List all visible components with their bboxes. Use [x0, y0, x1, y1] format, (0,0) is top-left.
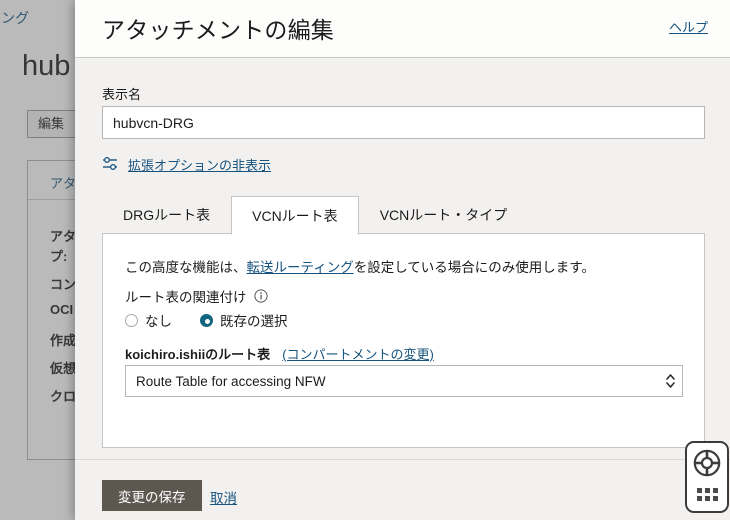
- compartment-label: koichiro.ishiiのルート表: [125, 347, 271, 362]
- tab-2[interactable]: VCNルート・タイプ: [359, 195, 529, 234]
- radio-option-label: 既存の選択: [220, 314, 288, 329]
- panel-note: この高度な機能は、転送ルーティングを設定している場合にのみ使用します。: [125, 256, 595, 276]
- radio-option-1[interactable]: 既存の選択: [200, 310, 288, 330]
- sliders-icon: [102, 156, 120, 172]
- radio-dot-icon: [125, 313, 138, 327]
- display-name-input[interactable]: [102, 106, 705, 139]
- tab-0[interactable]: DRGルート表: [102, 195, 231, 234]
- tab-list: DRGルート表 VCNルート表 VCNルート・タイプ: [102, 194, 705, 235]
- lifebuoy-icon[interactable]: [693, 449, 721, 482]
- radio-option-0[interactable]: なし: [125, 310, 172, 330]
- save-button[interactable]: 変更の保存: [102, 480, 202, 511]
- compartment-row: koichiro.ishiiのルート表 (コンパートメントの変更): [125, 344, 434, 363]
- modal-title: アタッチメントの編集: [102, 17, 334, 43]
- route-table-select[interactable]: Route Table for accessing NFW: [125, 365, 683, 397]
- help-link[interactable]: ヘルプ: [669, 17, 708, 36]
- modal-body: 表示名 拡張オプションの非表示 DRGルート表VCNルート表VCNルート・タイプ…: [75, 59, 730, 459]
- chevron-updown-icon: [658, 371, 682, 391]
- toggle-advanced-label: 拡張オプションの非表示: [128, 157, 272, 173]
- radio-option-label: なし: [145, 314, 172, 329]
- modal-footer: 変更の保存 取消: [75, 459, 730, 520]
- radio-dot-icon: [200, 313, 213, 327]
- change-compartment-link[interactable]: (コンパートメントの変更): [282, 344, 434, 363]
- vcn-route-table-panel: この高度な機能は、転送ルーティングを設定している場合にのみ使用します。 ルート表…: [102, 233, 705, 448]
- info-icon[interactable]: [253, 289, 268, 303]
- modal-header: アタッチメントの編集 ヘルプ: [75, 0, 730, 58]
- tab-1[interactable]: VCNルート表: [231, 196, 359, 235]
- transit-routing-link[interactable]: 転送ルーティング: [247, 260, 354, 275]
- panel-note-prefix: この高度な機能は、: [125, 260, 247, 275]
- drag-grip-icon[interactable]: [696, 488, 718, 501]
- route-association-radio-group: なし 既存の選択: [125, 310, 316, 330]
- support-widget[interactable]: [685, 441, 729, 513]
- association-label: ルート表の関連付け: [125, 286, 268, 306]
- association-label-text: ルート表の関連付け: [125, 290, 247, 305]
- panel-note-suffix: を設定している場合にのみ使用します。: [353, 260, 595, 275]
- route-table-select-value: Route Table for accessing NFW: [136, 373, 326, 389]
- edit-attachment-modal: アタッチメントの編集 ヘルプ 表示名 拡張オプションの非表示 DRGルート表VC…: [75, 0, 730, 520]
- toggle-advanced-options[interactable]: 拡張オプションの非表示: [102, 154, 271, 174]
- cancel-link[interactable]: 取消: [210, 487, 237, 507]
- display-name-label: 表示名: [102, 87, 142, 102]
